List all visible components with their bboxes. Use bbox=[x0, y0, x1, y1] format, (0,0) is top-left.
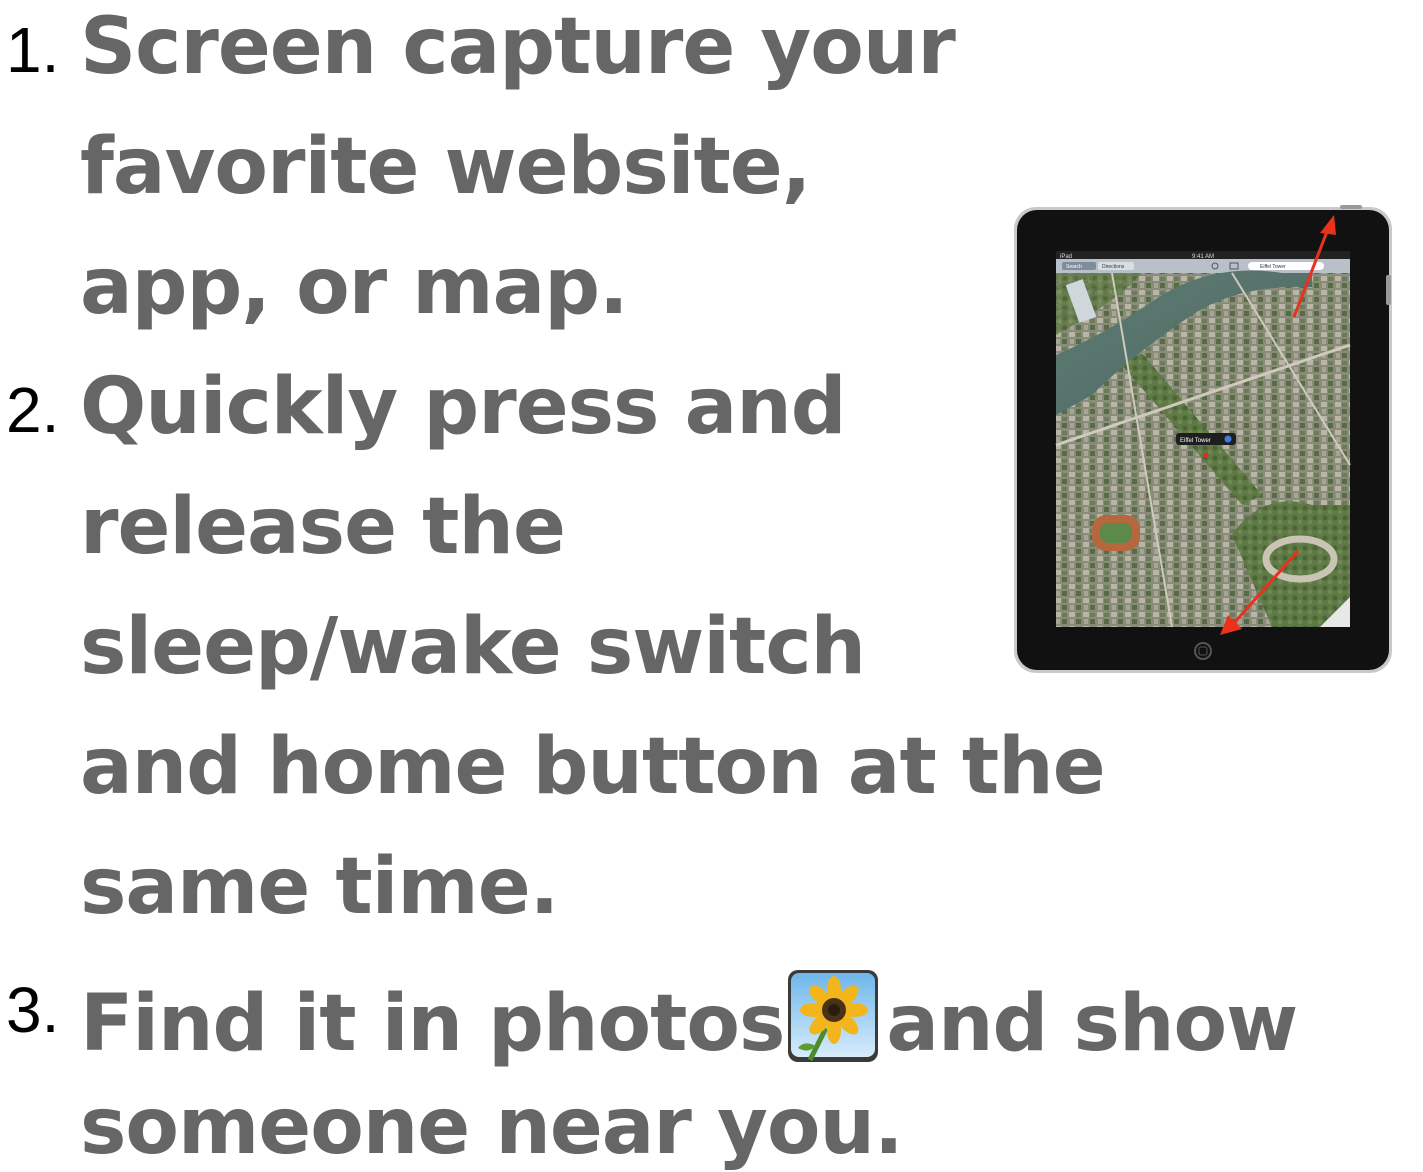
step-1-line-3: app, or map. bbox=[80, 242, 629, 332]
step-2-line-4: and home button at the bbox=[80, 722, 1106, 812]
pin-callout-label[interactable]: Eiffel Tower bbox=[1180, 438, 1211, 444]
step-2-line-1: Quickly press and bbox=[80, 362, 847, 452]
step-2-line-2: release the bbox=[80, 482, 566, 572]
step-3-number: 3. bbox=[6, 974, 60, 1046]
step-3-text-after-icon: and show bbox=[886, 979, 1298, 1069]
step-2-number: 2. bbox=[6, 374, 60, 446]
map-search-input[interactable]: Eiffel Tower bbox=[1260, 264, 1286, 270]
step-3-line-2: someone near you. bbox=[80, 1082, 904, 1172]
step-3-text-before-icon: Find it in photos bbox=[80, 979, 785, 1069]
ipad-image: iPad 9:41 AM Search Directions Eiffel To… bbox=[1012, 205, 1396, 677]
step-1-number: 1. bbox=[6, 14, 60, 86]
toolbar-search-button[interactable]: Search bbox=[1066, 264, 1082, 270]
step-2-line-5: same time. bbox=[80, 842, 559, 932]
step-1-line-2: favorite website, bbox=[80, 122, 811, 212]
photos-sunflower-icon bbox=[786, 968, 882, 1064]
step-1-line-1: Screen capture your bbox=[80, 2, 956, 92]
step-3-line-1: Find it in photos and show bbox=[80, 968, 1298, 1064]
toolbar-directions-button[interactable]: Directions bbox=[1102, 264, 1125, 270]
step-2-line-3: sleep/wake switch bbox=[80, 602, 866, 692]
